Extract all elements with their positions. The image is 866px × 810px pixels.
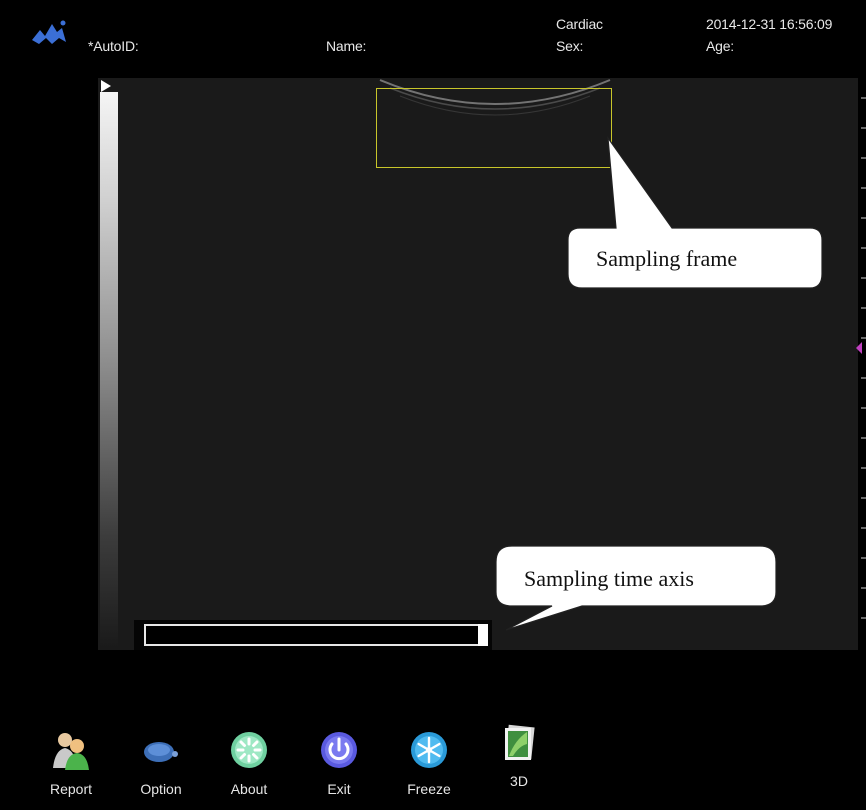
sampling-time-axis-callout-text: Sampling time axis bbox=[524, 566, 694, 591]
exit-icon bbox=[321, 732, 357, 768]
age-label: Age: bbox=[706, 38, 734, 54]
exit-label: Exit bbox=[327, 781, 351, 797]
sampling-time-thumb[interactable] bbox=[478, 624, 488, 646]
sampling-frame-callout-text: Sampling frame bbox=[596, 246, 738, 271]
exam-mode: Cardiac bbox=[556, 16, 603, 32]
about-label: About bbox=[230, 781, 268, 797]
sampling-time-axis[interactable] bbox=[144, 624, 488, 646]
option-button[interactable]: Option bbox=[126, 730, 196, 797]
name-label: Name: bbox=[326, 38, 367, 54]
report-icon bbox=[53, 733, 89, 770]
sampling-frame-callout bbox=[567, 135, 823, 289]
about-button[interactable]: About bbox=[214, 730, 284, 797]
grayscale-bar bbox=[100, 92, 118, 648]
logo-icon bbox=[32, 20, 66, 44]
autoid-label: *AutoID: bbox=[88, 38, 139, 54]
freeze-icon bbox=[411, 732, 447, 768]
3d-button[interactable]: 3D bbox=[484, 722, 554, 789]
report-button[interactable]: Report bbox=[36, 730, 106, 797]
report-label: Report bbox=[49, 781, 93, 797]
3d-label: 3D bbox=[510, 773, 528, 789]
3d-icon bbox=[505, 724, 535, 760]
grayscale-marker[interactable] bbox=[101, 80, 111, 92]
option-icon bbox=[144, 742, 178, 762]
about-icon bbox=[231, 732, 267, 768]
sex-label: Sex: bbox=[556, 38, 584, 54]
freeze-label: Freeze bbox=[407, 781, 451, 797]
option-label: Option bbox=[140, 781, 182, 797]
exit-button[interactable]: Exit bbox=[304, 730, 374, 797]
freeze-button[interactable]: Freeze bbox=[394, 730, 464, 797]
datetime: 2014-12-31 16:56:09 bbox=[706, 16, 833, 32]
depth-ruler bbox=[856, 97, 866, 619]
focus-marker-icon bbox=[856, 342, 862, 354]
